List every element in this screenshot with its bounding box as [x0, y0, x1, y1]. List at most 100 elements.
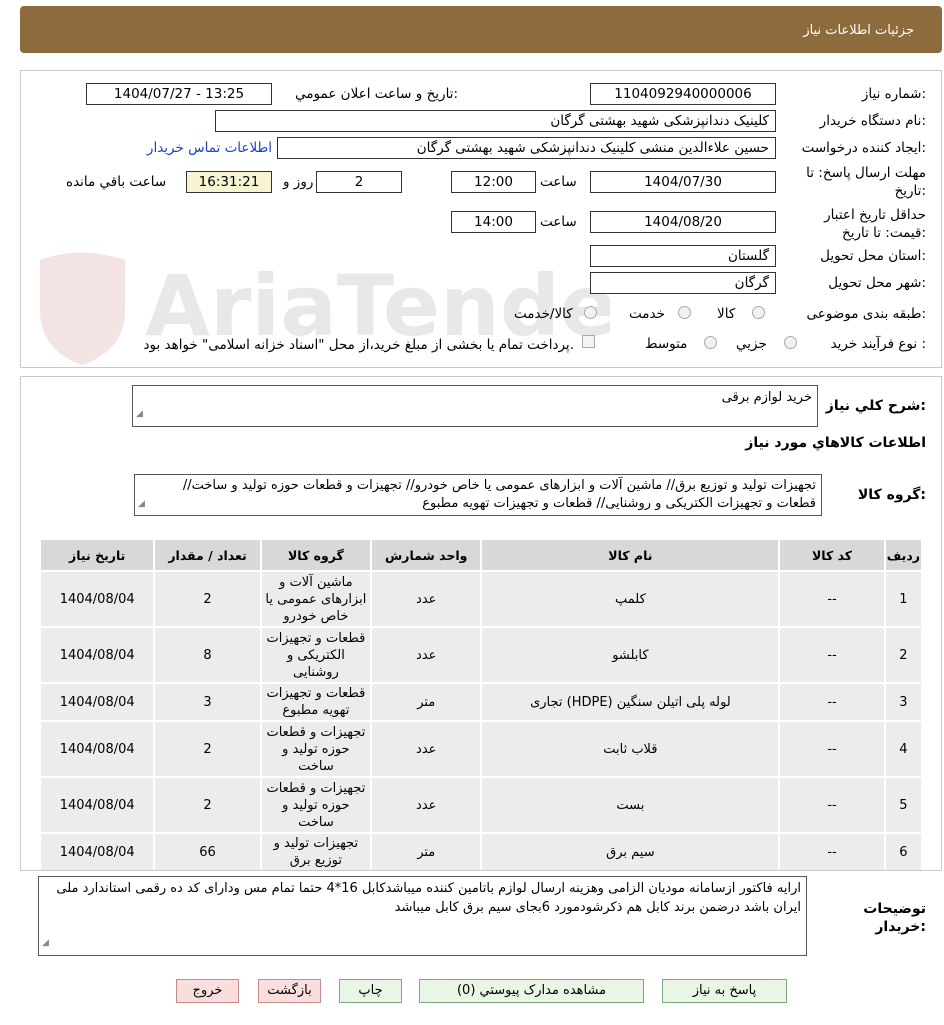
days-label: روز و [283, 174, 314, 190]
cell-group: ماشین آلات و ابزارهای عمومی یا خاص خودرو [261, 572, 371, 626]
cell-qty: 2 [155, 778, 260, 832]
cell-name: بست [482, 778, 779, 832]
validity-time-label: ساعت [540, 214, 577, 230]
cell-date: 1404/08/04 [41, 628, 154, 682]
cell-code: -- [780, 834, 884, 870]
page-title: جزئیات اطلاعات نیاز [803, 23, 914, 38]
province-field: گلستان [590, 245, 776, 267]
table-row: 6 -- سیم برق متر تجهیزات تولید و توزیع ب… [41, 834, 921, 870]
items-section-title: اطلاعات کالاهاي مورد نياز [745, 435, 926, 451]
cell-qty: 3 [155, 684, 260, 720]
group-text: تجهیزات تولید و توزیع برق// ماشین آلات و… [182, 478, 816, 511]
deadline-time-label: ساعت [540, 174, 577, 190]
cell-name: لوله پلی اتیلن سنگین (HDPE) تجاری [482, 684, 779, 720]
cell-group: تجهیزات و قطعات حوزه تولید و ساخت [261, 778, 371, 832]
reply-button[interactable]: پاسخ به نياز [662, 979, 787, 1003]
treasury-payment-checkbox[interactable] [582, 335, 595, 348]
cell-group: قطعات و تجهیزات تهویه مطبوع [261, 684, 371, 720]
remaining-time-field: 16:31:21 [186, 171, 272, 193]
buyer-contact-link[interactable]: اطلاعات تماس خريدار [147, 140, 272, 156]
cell-qty: 2 [155, 722, 260, 776]
process-radio-medium[interactable] [704, 336, 717, 349]
cell-unit: عدد [372, 572, 481, 626]
remaining-label: ساعت باقي مانده [66, 174, 167, 190]
category-radio-service[interactable] [678, 306, 691, 319]
cell-qty: 2 [155, 572, 260, 626]
cell-row: 6 [885, 834, 921, 870]
process-label: نوع فرآيند خريد : [830, 336, 926, 352]
cell-qty: 66 [155, 834, 260, 870]
cell-name: سیم برق [482, 834, 779, 870]
validity-time-field: 14:00 [451, 211, 536, 233]
cell-code: -- [780, 684, 884, 720]
col-code-header: کد کالا [780, 540, 884, 570]
group-label: گروه کالا: [857, 487, 926, 503]
cell-row: 4 [885, 722, 921, 776]
notes-text: ارایه فاکتور ازسامانه مودیان الزامی وهزی… [56, 881, 801, 915]
view-attachments-button[interactable]: مشاهده مدارک پيوستي (0) [419, 979, 644, 1003]
back-button[interactable]: بازگشت [258, 979, 321, 1003]
cell-unit: عدد [372, 778, 481, 832]
items-table: ردیف کد کالا نام کالا واحد شمارش گروه کا… [39, 538, 923, 872]
table-row: 1 -- کلمپ عدد ماشین آلات و ابزارهای عموم… [41, 572, 921, 626]
table-row: 3 -- لوله پلی اتیلن سنگین (HDPE) تجاری م… [41, 684, 921, 720]
cell-group: تجهیزات و قطعات حوزه تولید و ساخت [261, 722, 371, 776]
deadline-label: مهلت ارسال پاسخ: تا تاريخ: [806, 165, 926, 199]
table-row: 2 -- کابلشو عدد قطعات و تجهیزات الکتریکی… [41, 628, 921, 682]
cell-code: -- [780, 778, 884, 832]
col-qty-header: تعداد / مقدار [155, 540, 260, 570]
cell-date: 1404/08/04 [41, 684, 154, 720]
cell-code: -- [780, 628, 884, 682]
cell-unit: عدد [372, 628, 481, 682]
cell-code: -- [780, 722, 884, 776]
cell-code: -- [780, 572, 884, 626]
cell-name: قلاب ثابت [482, 722, 779, 776]
table-row: 4 -- قلاب ثابت عدد تجهیزات و قطعات حوزه … [41, 722, 921, 776]
category-option-service: خدمت [629, 306, 665, 322]
requester-field: حسین علاءالدین منشی کلینیک دندانپزشکی شه… [277, 137, 776, 159]
col-row-header: ردیف [885, 540, 921, 570]
cell-row: 5 [885, 778, 921, 832]
payment-note: پرداخت تمام يا بخشی از مبلغ خريد،از محل … [143, 337, 574, 353]
col-unit-header: واحد شمارش [372, 540, 481, 570]
cell-unit: متر [372, 684, 481, 720]
deadline-date-field: 1404/07/30 [590, 171, 776, 193]
category-label: طبقه بندی موضوعی: [806, 306, 926, 322]
process-radio-minor[interactable] [784, 336, 797, 349]
notes-label: توضيحات خريدار: [863, 901, 926, 935]
table-header-row: ردیف کد کالا نام کالا واحد شمارش گروه کا… [41, 540, 921, 570]
cell-name: کابلشو [482, 628, 779, 682]
print-button[interactable]: چاپ [339, 979, 402, 1003]
days-field: 2 [316, 171, 402, 193]
summary-label: شرح کلي نياز: [825, 398, 926, 414]
summary-text: خرید لوازم برقی [721, 390, 812, 405]
cell-date: 1404/08/04 [41, 722, 154, 776]
need-number-field: 1104092940000006 [590, 83, 776, 105]
validity-date-field: 1404/08/20 [590, 211, 776, 233]
cell-date: 1404/08/04 [41, 834, 154, 870]
cell-row: 3 [885, 684, 921, 720]
group-textarea[interactable]: تجهیزات تولید و توزیع برق// ماشین آلات و… [134, 474, 822, 516]
province-label: استان محل تحويل: [820, 248, 926, 264]
exit-button[interactable]: خروج [176, 979, 239, 1003]
announce-field: 1404/07/27 - 13:25 [86, 83, 272, 105]
summary-textarea[interactable]: خرید لوازم برقی ◢ [132, 385, 818, 427]
category-radio-goods[interactable] [752, 306, 765, 319]
buyer-org-field: کلینیک دندانپزشکی شهید بهشتی گرگان [215, 110, 776, 132]
cell-name: کلمپ [482, 572, 779, 626]
page-header: جزئیات اطلاعات نیاز [20, 6, 942, 53]
col-group-header: گروه کالا [261, 540, 371, 570]
validity-label: حداقل تاريخ اعتبار قيمت: تا تاريخ: [824, 207, 926, 241]
resize-grip-icon: ◢ [136, 409, 143, 419]
resize-grip-icon: ◢ [138, 499, 145, 509]
cell-row: 2 [885, 628, 921, 682]
cell-qty: 8 [155, 628, 260, 682]
deadline-time-field: 12:00 [451, 171, 536, 193]
need-number-label: شماره نیاز: [861, 86, 926, 102]
col-name-header: نام کالا [482, 540, 779, 570]
cell-group: قطعات و تجهیزات الکتریکی و روشنایی [261, 628, 371, 682]
notes-textarea[interactable]: ارایه فاکتور ازسامانه مودیان الزامی وهزی… [38, 876, 807, 956]
category-radio-goods-service[interactable] [584, 306, 597, 319]
cell-row: 1 [885, 572, 921, 626]
announce-label: تاریخ و ساعت اعلان عمومي: [295, 86, 458, 102]
